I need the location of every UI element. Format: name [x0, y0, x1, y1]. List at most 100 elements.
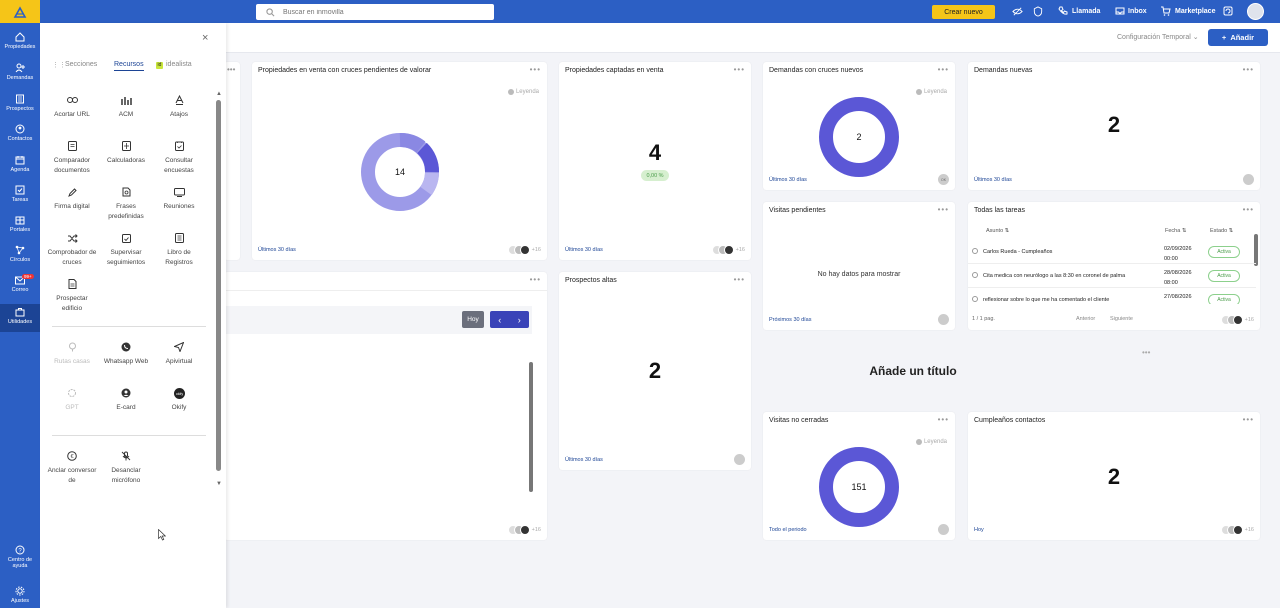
chevron-left-icon[interactable]: ‹	[498, 315, 501, 325]
scroll-up-icon[interactable]: ▲	[216, 91, 222, 97]
create-new-button[interactable]: Crear nuevo	[932, 5, 995, 19]
tool-atajos[interactable]: Atajos	[153, 94, 205, 120]
marketplace-link[interactable]: Marketplace	[1175, 0, 1215, 23]
tool-supervisar[interactable]: Supervisar seguimientos	[100, 232, 152, 268]
sidebar-item-label: Círculos	[9, 257, 31, 263]
gear-icon	[14, 585, 26, 597]
more-dots-icon[interactable]: •••	[1243, 415, 1254, 424]
building-icon	[14, 93, 26, 105]
table-row[interactable]: reflexionar sobre lo que me ha comentado…	[968, 290, 1256, 304]
add-button[interactable]: + Añadir	[1208, 29, 1268, 46]
tool-encuestas[interactable]: Consultar encuestas	[153, 140, 205, 176]
title-widget[interactable]: Añade un título	[763, 364, 1063, 378]
tool-frases[interactable]: Frases predefinidas	[100, 186, 152, 222]
refresh-icon[interactable]	[1222, 5, 1234, 17]
row-radio[interactable]	[972, 248, 978, 254]
legend-toggle[interactable]: Leyenda	[507, 89, 539, 95]
sidebar-item-circulos[interactable]: Círculos	[0, 244, 40, 270]
more-dots-icon[interactable]: •••	[530, 275, 541, 284]
tool-whatsapp-web[interactable]: Whatsapp Web	[100, 341, 152, 367]
more-dots-icon[interactable]: •••	[1243, 205, 1254, 214]
prev-page-link[interactable]: Anterior	[1076, 316, 1095, 322]
more-dots-icon[interactable]: •••	[734, 275, 745, 284]
sidebar-item-portales[interactable]: Portales	[0, 214, 40, 240]
legend-toggle[interactable]: Leyenda	[915, 439, 947, 445]
document-icon	[66, 140, 78, 152]
tool-libro-registros[interactable]: Libro de Registros	[153, 232, 205, 268]
legend-toggle[interactable]: Leyenda	[915, 89, 947, 95]
tool-prospectar-edificio[interactable]: Prospectar edificio	[46, 278, 98, 314]
tool-acm[interactable]: ACM	[100, 94, 152, 120]
row-fecha: 02/09/2026 00:00	[1164, 246, 1192, 262]
inbox-icon[interactable]	[1114, 5, 1126, 17]
user-avatar[interactable]	[1247, 3, 1264, 20]
phrases-icon	[120, 186, 132, 198]
more-dots-icon[interactable]: •••	[938, 65, 949, 74]
more-dots-icon[interactable]: •••	[938, 205, 949, 214]
table-row[interactable]: Carlos Rueda - Cumpleaños 02/09/2026 00:0…	[968, 242, 1256, 264]
inbox-link[interactable]: Inbox	[1128, 0, 1147, 23]
col-fecha[interactable]: Fecha ⇅	[1165, 228, 1186, 234]
more-dots-icon[interactable]: •••	[734, 65, 745, 74]
tool-ecard[interactable]: E-card	[100, 387, 152, 413]
sidebar-item-utilidades[interactable]: Utilidades	[0, 304, 40, 332]
call-link[interactable]: Llamada	[1072, 0, 1100, 23]
sidebar-item-label: Portales	[9, 227, 31, 233]
tool-desanclar-microfono[interactable]: Desanclar micrófono	[100, 450, 152, 486]
col-asunto[interactable]: Asunto ⇅	[986, 228, 1009, 234]
close-icon[interactable]: ×	[202, 32, 208, 44]
sidebar-item-contactos[interactable]: Contactos	[0, 123, 40, 149]
phone-icon[interactable]	[1057, 5, 1069, 17]
col-estado[interactable]: Estado ⇅	[1210, 228, 1233, 234]
tool-comparador[interactable]: Comparador documentos	[46, 140, 98, 176]
tool-comprobador-cruces[interactable]: Comprobador de cruces	[46, 232, 98, 268]
sidebar-item-correo[interactable]: 99+ Correo	[0, 274, 40, 300]
chevron-right-icon[interactable]: ›	[518, 315, 521, 325]
tool-firma-digital[interactable]: Firma digital	[46, 186, 98, 212]
tab-recursos[interactable]: Recursos	[114, 61, 144, 71]
search-bar[interactable]	[256, 4, 494, 20]
help-center[interactable]: ? Centro de ayuda	[0, 544, 40, 574]
file-icon	[66, 278, 78, 290]
sidebar-item-prospectos[interactable]: Prospectos	[0, 93, 40, 119]
row-radio[interactable]	[972, 272, 978, 278]
grid-icon: ⋮⋮	[52, 62, 66, 69]
cart-icon[interactable]	[1159, 5, 1171, 17]
panel-scrollbar[interactable]	[216, 100, 221, 471]
search-input[interactable]	[283, 8, 483, 16]
tool-calculadoras[interactable]: Calculadoras	[100, 140, 152, 166]
sidebar-item-label: Prospectos	[6, 106, 34, 112]
agenda-scrollbar[interactable]	[529, 362, 533, 492]
tool-anclar-conversor[interactable]: € Anclar conversor de	[46, 450, 98, 486]
config-dropdown[interactable]: Configuración Temporal ⌄	[1117, 33, 1199, 41]
more-dots-icon[interactable]: •••	[530, 65, 541, 74]
more-dots-icon[interactable]: •••	[938, 415, 949, 424]
more-dots-icon[interactable]: •••	[227, 65, 235, 74]
sidebar-item-demandas[interactable]: Demandas	[0, 62, 40, 88]
tool-apivirtual[interactable]: Apivirtual	[153, 341, 205, 367]
tool-reuniones[interactable]: Reuniones	[153, 186, 205, 212]
shield-icon[interactable]	[1032, 5, 1044, 17]
scroll-down-icon[interactable]: ▼	[216, 481, 222, 487]
chevron-down-icon: ⌄	[1192, 34, 1199, 41]
route-icon	[66, 341, 78, 353]
today-button[interactable]: Hoy	[462, 311, 484, 328]
tool-acortar-url[interactable]: Acortar URL	[46, 94, 98, 120]
kpi-value: 4	[648, 140, 662, 165]
more-dots-icon[interactable]: •••	[1142, 348, 1150, 357]
tasks-icon	[14, 184, 26, 196]
next-page-link[interactable]: Siguiente	[1110, 316, 1133, 322]
eye-off-icon[interactable]	[1011, 5, 1023, 17]
sidebar-item-propiedades[interactable]: Propiedades	[0, 31, 40, 57]
table-row[interactable]: Cita medica con neurólogo a las 8:30 en …	[968, 266, 1256, 288]
tab-secciones[interactable]: Secciones	[65, 61, 97, 68]
row-radio[interactable]	[972, 296, 978, 302]
more-dots-icon[interactable]: •••	[1243, 65, 1254, 74]
tab-idealista[interactable]: id idealista	[156, 61, 192, 69]
tool-okify[interactable]: okify Okify	[153, 387, 205, 413]
sidebar-item-tareas[interactable]: Tareas	[0, 184, 40, 210]
logo[interactable]	[0, 0, 40, 23]
avatar	[938, 524, 949, 535]
sidebar-item-agenda[interactable]: Agenda	[0, 154, 40, 180]
settings[interactable]: Ajustes	[0, 585, 40, 607]
